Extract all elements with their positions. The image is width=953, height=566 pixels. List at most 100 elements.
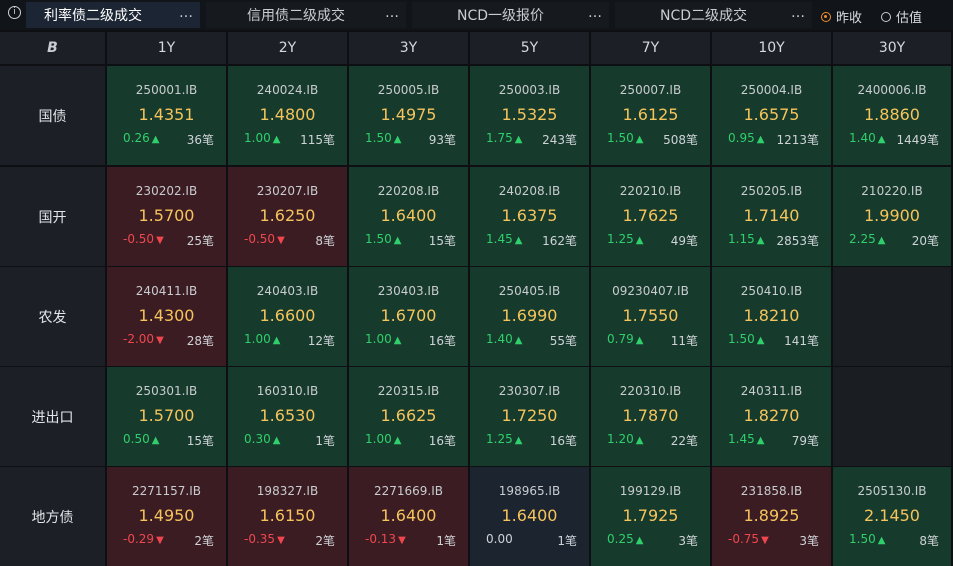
trade-count: 243笔 <box>542 133 577 147</box>
more-icon[interactable]: … <box>385 5 399 21</box>
yield-price: 1.7140 <box>743 206 800 225</box>
bond-code: 240024.IB <box>256 83 319 97</box>
bond-code: 2400006.IB <box>857 83 927 97</box>
change-value: 1.00 ▲ <box>244 131 280 145</box>
change-number: -0.13 <box>365 532 397 546</box>
quote-cell[interactable]: 2400006.IB 1.8860 1.40 ▲ 1449笔 <box>833 66 951 165</box>
quote-cell[interactable]: 240024.IB 1.4800 1.00 ▲ 115笔 <box>228 66 347 165</box>
trade-count: 3笔 <box>678 534 698 548</box>
trade-count: 8笔 <box>315 234 335 248</box>
quote-cell[interactable]: 220310.IB 1.7870 1.20 ▲ 22笔 <box>591 367 710 466</box>
yield-price: 1.7925 <box>622 506 679 525</box>
quote-cell[interactable]: 09230407.IB 1.7550 0.79 ▲ 11笔 <box>591 267 710 366</box>
quote-cell[interactable]: 2271669.IB 1.6400 -0.13 ▼ 1笔 <box>349 467 468 566</box>
quote-cell[interactable]: 240311.IB 1.8270 1.45 ▲ 79笔 <box>712 367 831 466</box>
tab-label: NCD二级成交 <box>659 8 748 24</box>
quote-cell[interactable]: 250004.IB 1.6575 0.95 ▲ 1213笔 <box>712 66 831 165</box>
change-value: 0.26 ▲ <box>123 131 159 145</box>
arrow-up-icon: ▲ <box>756 435 765 446</box>
more-icon[interactable]: … <box>179 5 193 21</box>
change-number: -0.50 <box>244 232 276 246</box>
quote-cell[interactable]: 2271157.IB 1.4950 -0.29 ▼ 2笔 <box>107 467 226 566</box>
yield-price: 1.6125 <box>622 105 679 124</box>
tab-ncd-primary-quote[interactable]: NCD一级报价 … <box>412 2 609 28</box>
quote-cell[interactable]: 160310.IB 1.6530 0.30 ▲ 1笔 <box>228 367 347 466</box>
yield-price: 1.6600 <box>259 306 316 325</box>
tenor-header: 30Y <box>833 32 951 64</box>
trade-count: 508笔 <box>663 133 698 147</box>
change-number: 0.95 <box>728 131 755 145</box>
more-icon[interactable]: … <box>791 5 805 21</box>
quote-cell[interactable]: 240208.IB 1.6375 1.45 ▲ 162笔 <box>470 167 589 266</box>
quote-cell[interactable]: 220315.IB 1.6625 1.00 ▲ 16笔 <box>349 367 468 466</box>
bond-code: 250301.IB <box>135 384 198 398</box>
quote-cell[interactable]: 2505130.IB 2.1450 1.50 ▲ 8笔 <box>833 467 951 566</box>
bond-code: 240411.IB <box>135 284 198 298</box>
change-value: 0.95 ▲ <box>728 131 764 145</box>
yield-price: 1.6530 <box>259 406 316 425</box>
arrow-up-icon: ▲ <box>151 134 160 145</box>
change-value: 1.50 ▲ <box>849 532 885 546</box>
quote-cell[interactable]: 250003.IB 1.5325 1.75 ▲ 243笔 <box>470 66 589 165</box>
quote-cell[interactable]: 240411.IB 1.4300 -2.00 ▼ 28笔 <box>107 267 226 366</box>
trade-count: 28笔 <box>186 334 214 348</box>
quote-cell[interactable]: 199129.IB 1.7925 0.25 ▲ 3笔 <box>591 467 710 566</box>
change-value: 1.00 ▲ <box>365 332 401 346</box>
radio-yesterday-close[interactable]: 昨收 <box>821 7 862 26</box>
change-number: 1.15 <box>728 232 755 246</box>
bond-code: 240208.IB <box>498 184 561 198</box>
yield-price: 1.5700 <box>138 206 195 225</box>
change-value: 0.00 <box>486 532 513 546</box>
change-value: 0.25 ▲ <box>607 532 643 546</box>
quote-cell[interactable]: 220208.IB 1.6400 1.50 ▲ 15笔 <box>349 167 468 266</box>
quote-cell[interactable]: 220210.IB 1.7625 1.25 ▲ 49笔 <box>591 167 710 266</box>
quote-cell[interactable]: 240403.IB 1.6600 1.00 ▲ 12笔 <box>228 267 347 366</box>
trade-count: 1笔 <box>315 434 335 448</box>
arrow-down-icon: ▼ <box>156 335 164 346</box>
arrow-up-icon: ▲ <box>635 435 644 446</box>
quote-cell[interactable]: 230307.IB 1.7250 1.25 ▲ 16笔 <box>470 367 589 466</box>
quote-cell[interactable]: 250001.IB 1.4351 0.26 ▲ 36笔 <box>107 66 226 165</box>
yield-price: 1.8210 <box>743 306 800 325</box>
arrow-up-icon: ▲ <box>635 235 644 246</box>
quote-cell[interactable]: 230403.IB 1.6700 1.00 ▲ 16笔 <box>349 267 468 366</box>
info-icon[interactable]: i <box>8 6 21 19</box>
tab-label: 利率债二级成交 <box>44 8 142 24</box>
yield-price: 1.4800 <box>259 105 316 124</box>
quote-cell[interactable]: 250405.IB 1.6990 1.40 ▲ 55笔 <box>470 267 589 366</box>
arrow-up-icon: ▲ <box>635 134 644 145</box>
quote-cell[interactable]: 210220.IB 1.9900 2.25 ▲ 20笔 <box>833 167 951 266</box>
change-value: 1.50 ▲ <box>365 232 401 246</box>
more-icon[interactable]: … <box>588 5 602 21</box>
quote-cell[interactable]: 250301.IB 1.5700 0.50 ▲ 15笔 <box>107 367 226 466</box>
yield-price: 1.4351 <box>138 105 195 124</box>
change-value: 1.50 ▲ <box>365 131 401 145</box>
quote-cell[interactable]: 250410.IB 1.8210 1.50 ▲ 141笔 <box>712 267 831 366</box>
bond-code: 199129.IB <box>619 484 682 498</box>
trade-count: 11笔 <box>670 334 698 348</box>
quote-cell[interactable]: 198327.IB 1.6150 -0.35 ▼ 2笔 <box>228 467 347 566</box>
change-value: 0.50 ▲ <box>123 432 159 446</box>
trade-count: 16笔 <box>549 434 577 448</box>
quote-cell[interactable]: 231858.IB 1.8925 -0.75 ▼ 3笔 <box>712 467 831 566</box>
quote-cell[interactable]: 198965.IB 1.6400 0.00 1笔 <box>470 467 589 566</box>
change-value: -2.00 ▼ <box>123 332 164 346</box>
change-number: -0.35 <box>244 532 276 546</box>
quote-cell[interactable]: 250205.IB 1.7140 1.15 ▲ 2853笔 <box>712 167 831 266</box>
tab-rate-bond-secondary[interactable]: 利率债二级成交 … <box>26 2 200 28</box>
tab-ncd-secondary[interactable]: NCD二级成交 … <box>615 2 812 28</box>
tenor-header: 1Y <box>107 32 226 64</box>
arrow-up-icon: ▲ <box>272 435 281 446</box>
yield-price: 1.7870 <box>622 406 679 425</box>
quote-cell[interactable]: 230207.IB 1.6250 -0.50 ▼ 8笔 <box>228 167 347 266</box>
change-number: 2.25 <box>849 232 876 246</box>
quote-cell[interactable]: 250007.IB 1.6125 1.50 ▲ 508笔 <box>591 66 710 165</box>
trade-count: 36笔 <box>186 133 214 147</box>
change-value: 1.00 ▲ <box>244 332 280 346</box>
tab-credit-bond-secondary[interactable]: 信用债二级成交 … <box>206 2 406 28</box>
radio-valuation[interactable]: 估值 <box>881 7 922 26</box>
arrow-down-icon: ▼ <box>761 535 769 546</box>
quote-cell[interactable]: 250005.IB 1.4975 1.50 ▲ 93笔 <box>349 66 468 165</box>
yield-price: 1.7250 <box>501 406 558 425</box>
quote-cell[interactable]: 230202.IB 1.5700 -0.50 ▼ 25笔 <box>107 167 226 266</box>
